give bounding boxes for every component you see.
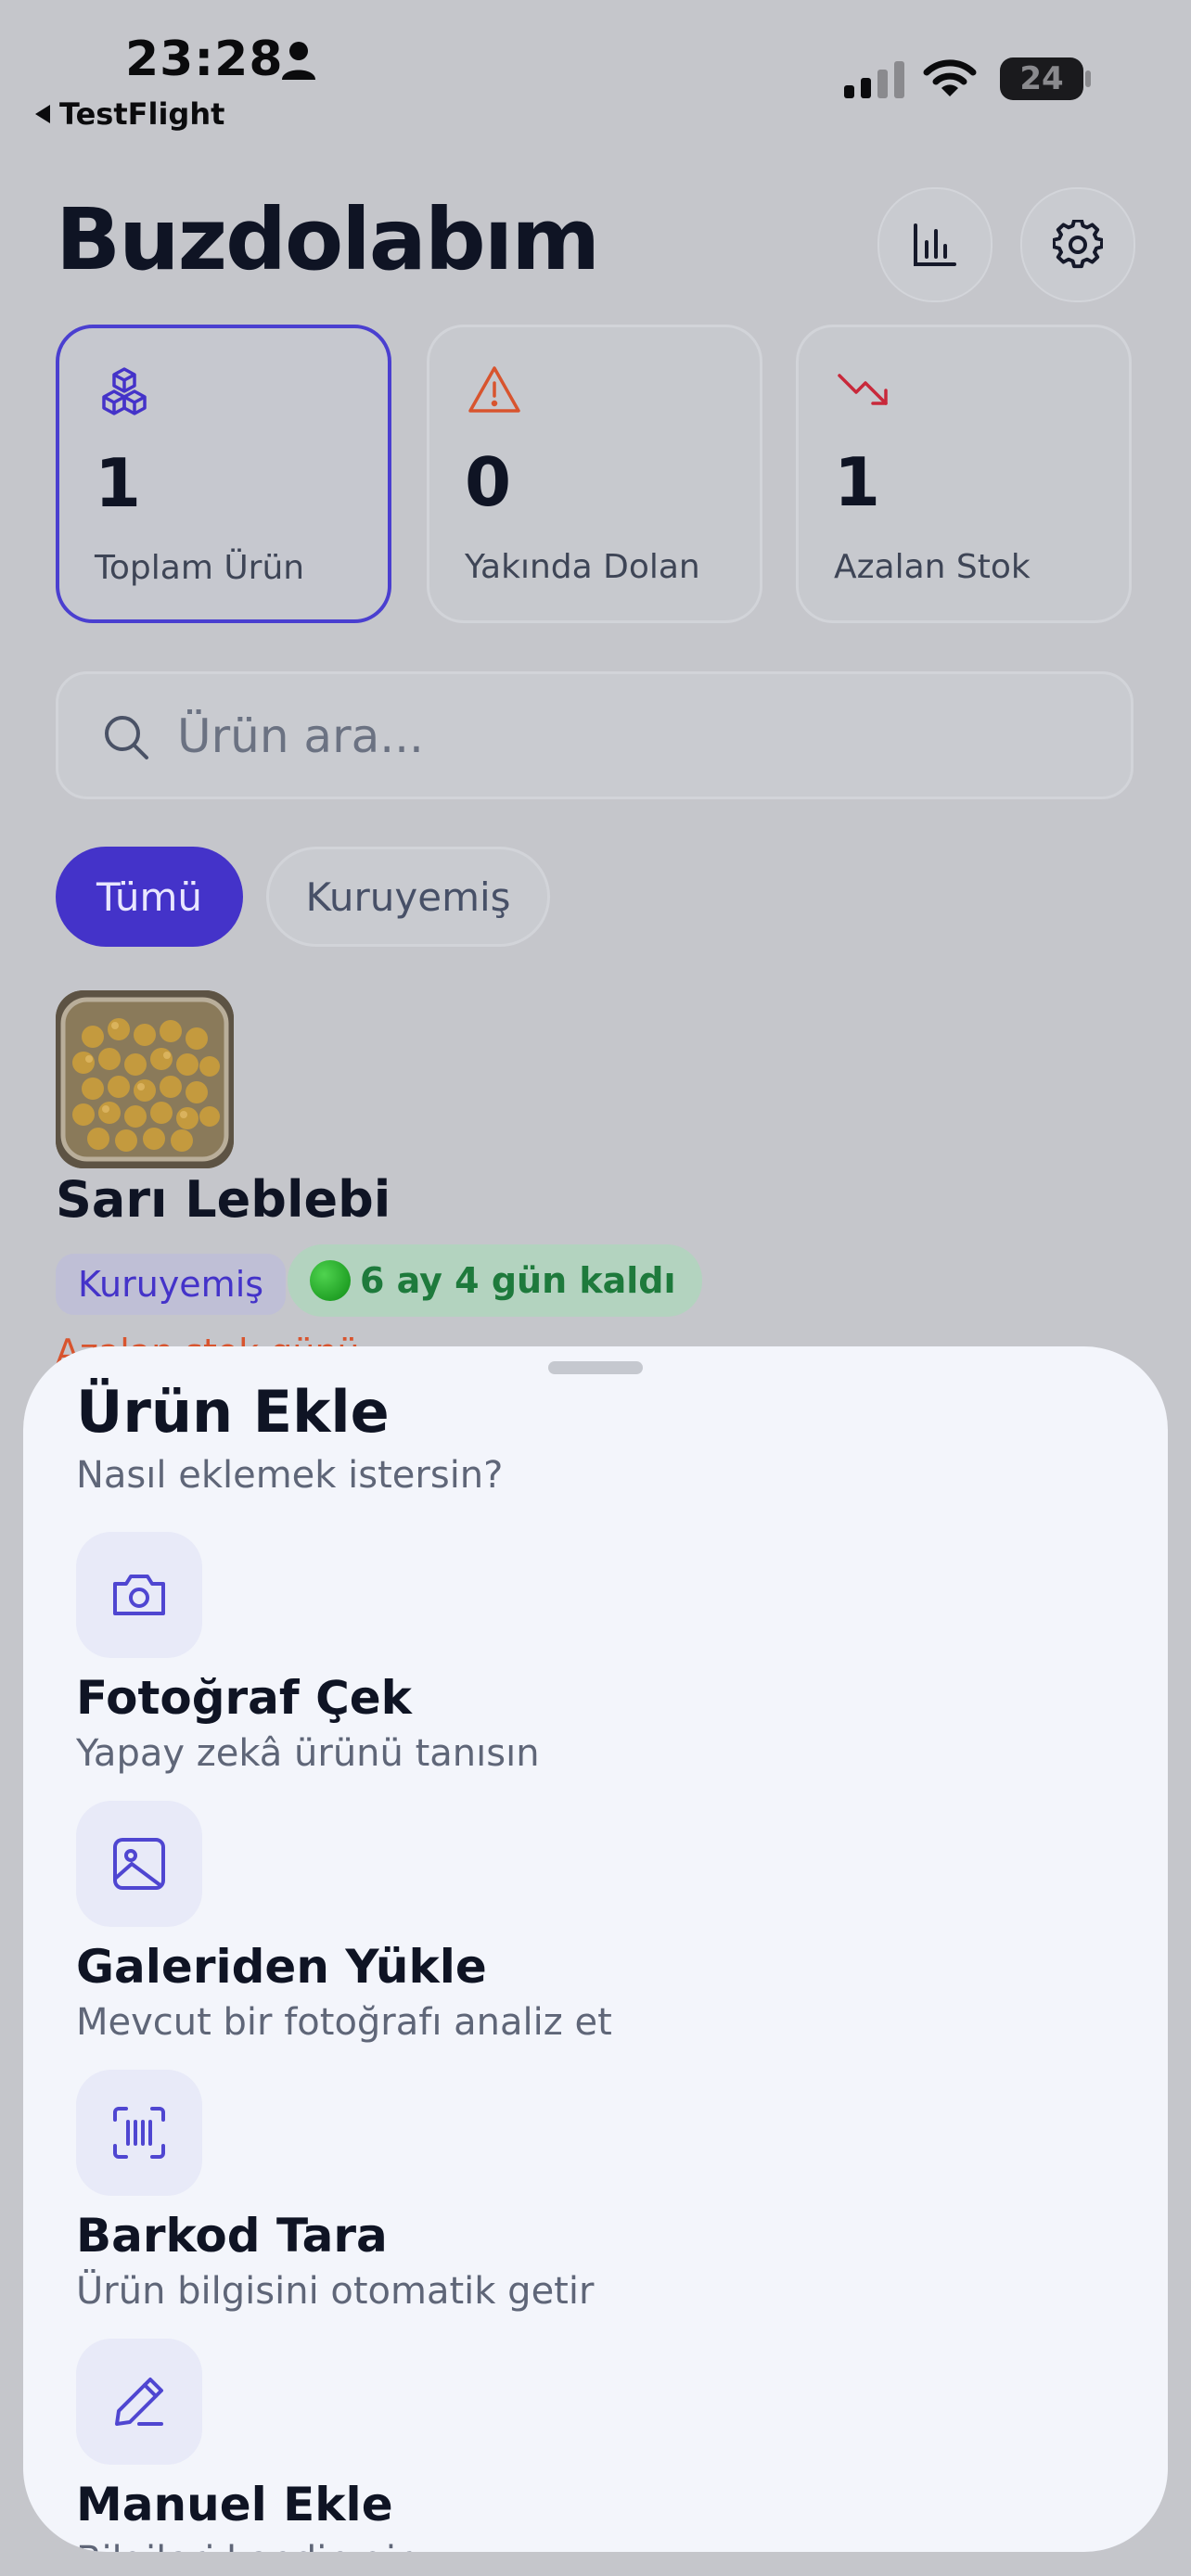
sheet-title: Ürün Ekle (76, 1378, 390, 1446)
expiry-badge: 6 ay 4 gün kaldı (288, 1244, 702, 1317)
camera-icon (113, 1575, 165, 1615)
stat-card-total[interactable]: 1 Toplam Ürün (56, 325, 391, 623)
settings-button[interactable] (1020, 187, 1135, 302)
battery-cap (1085, 70, 1091, 87)
bar-chart-icon (914, 223, 956, 266)
option-description: Mevcut bir fotoğrafı analiz et (76, 2001, 612, 2044)
option-title: Galeriden Yükle (76, 1940, 487, 1994)
option-title: Fotoğraf Çek (76, 1671, 412, 1725)
cellular-signal-icon (844, 61, 904, 98)
boxes-icon (102, 367, 147, 415)
stat-label-expiring: Yakında Dolan (465, 548, 700, 586)
stat-label-total: Toplam Ürün (95, 549, 305, 587)
option-barcode-scan[interactable]: Barkod Tara Ürün bilgisini otomatik geti… (76, 2070, 1115, 2339)
warning-icon (468, 366, 520, 413)
search-input[interactable]: Ürün ara... (56, 671, 1133, 799)
gear-icon (1053, 220, 1103, 269)
stat-card-expiring[interactable]: 0 Yakında Dolan (427, 325, 762, 623)
option-title: Barkod Tara (76, 2209, 388, 2263)
barcode-scan-icon (113, 2107, 165, 2159)
chickpeas-photo (56, 990, 234, 1168)
option-description: Yapay zekâ ürünü tanısın (76, 1732, 540, 1775)
image-icon (113, 1838, 165, 1890)
green-circle-icon (310, 1260, 351, 1301)
stat-value-low-stock: 1 (834, 443, 881, 521)
option-icon-bg (76, 1801, 202, 1927)
status-time: 23:28 (125, 32, 284, 87)
product-name: Sarı Leblebi (56, 1170, 391, 1229)
sheet-grabber[interactable] (548, 1361, 643, 1374)
filter-chip-all[interactable]: Tümü (56, 847, 243, 947)
option-description: Bilgileri kendin gir (76, 2539, 411, 2552)
expiry-text: 6 ay 4 gün kaldı (360, 1260, 676, 1301)
add-product-sheet: Ürün Ekle Nasıl eklemek istersin? Fotoğr… (23, 1346, 1168, 2552)
testflight-back-link[interactable]: TestFlight (35, 96, 224, 132)
option-icon-bg (76, 2339, 202, 2465)
wifi-icon (923, 59, 977, 96)
battery-level: 24 (1019, 60, 1064, 97)
back-link-label: TestFlight (59, 96, 225, 132)
option-icon-bg (76, 1532, 202, 1658)
search-icon (105, 716, 148, 759)
statistics-button[interactable] (877, 187, 992, 302)
product-thumbnail[interactable] (56, 990, 234, 1168)
option-manual-add[interactable]: Manuel Ekle Bilgileri kendin gir (76, 2339, 1115, 2552)
sheet-subtitle: Nasıl eklemek istersin? (76, 1454, 504, 1497)
trending-down-icon (838, 374, 888, 405)
filter-chip-nuts[interactable]: Kuruyemiş (266, 847, 550, 947)
pencil-icon (115, 2378, 163, 2426)
option-icon-bg (76, 2070, 202, 2196)
stat-label-low-stock: Azalan Stok (834, 548, 1031, 586)
search-placeholder: Ürün ara... (177, 709, 424, 763)
option-take-photo[interactable]: Fotoğraf Çek Yapay zekâ ürünü tanısın (76, 1532, 1115, 1801)
stat-value-total: 1 (95, 444, 142, 522)
person-icon (282, 42, 315, 80)
stat-value-expiring: 0 (465, 443, 512, 521)
option-title: Manuel Ekle (76, 2478, 393, 2531)
product-category-badge: Kuruyemiş (56, 1254, 287, 1315)
option-description: Ürün bilgisini otomatik getir (76, 2270, 595, 2313)
battery-indicator: 24 (1000, 57, 1083, 100)
page-title: Buzdolabım (56, 190, 600, 289)
back-arrow-icon (35, 105, 50, 123)
option-gallery-upload[interactable]: Galeriden Yükle Mevcut bir fotoğrafı ana… (76, 1801, 1115, 2070)
stat-card-low-stock[interactable]: 1 Azalan Stok (796, 325, 1132, 623)
